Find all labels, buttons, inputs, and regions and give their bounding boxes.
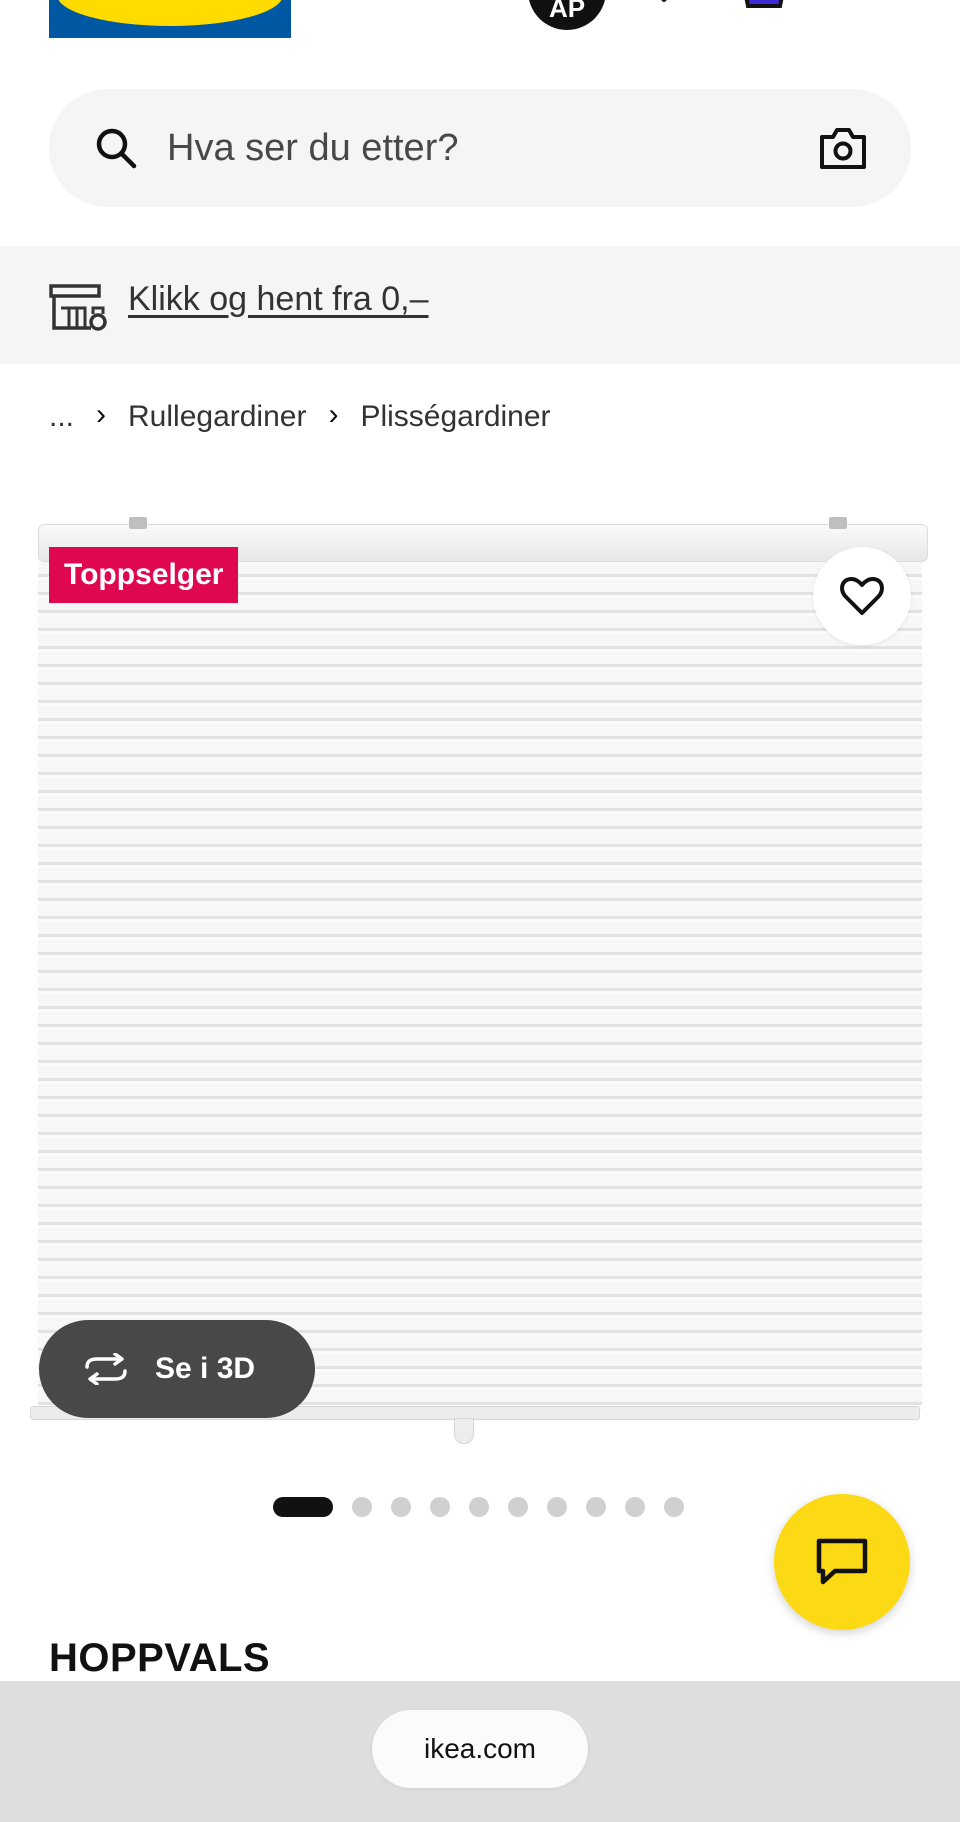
search-icon[interactable]	[95, 127, 137, 169]
product-name: HOPPVALS	[49, 1636, 271, 1680]
blind-bracket	[129, 517, 147, 529]
image-carousel-indicator	[273, 1496, 703, 1518]
search-input[interactable]	[167, 115, 767, 181]
logo-oval	[57, 0, 283, 26]
add-to-favourites-button[interactable]	[813, 547, 911, 645]
heart-icon	[840, 577, 884, 615]
view-in-3d-button[interactable]: Se i 3D	[39, 1320, 315, 1418]
chat-button[interactable]	[774, 1494, 910, 1630]
carousel-dot[interactable]	[391, 1497, 411, 1517]
bestseller-badge: Toppselger	[49, 547, 239, 603]
carousel-dot[interactable]	[352, 1497, 372, 1517]
menu-icon[interactable]	[841, 0, 881, 8]
click-collect-link[interactable]: Klikk og hent fra 0,–	[128, 280, 429, 319]
carousel-dot[interactable]	[547, 1497, 567, 1517]
chevron-right-icon: ›	[96, 398, 107, 431]
blind-fabric	[38, 562, 922, 1410]
breadcrumb-item-plissegardiner[interactable]: Plisségardiner	[360, 400, 550, 434]
browser-url-pill[interactable]: ikea.com	[372, 1710, 588, 1788]
carousel-dot[interactable]	[430, 1497, 450, 1517]
account-avatar[interactable]: AP	[528, 0, 606, 30]
ikea-logo[interactable]	[49, 0, 291, 38]
avatar-initials: AP	[548, 0, 586, 23]
camera-icon[interactable]	[819, 125, 867, 171]
carousel-dot[interactable]	[664, 1497, 684, 1517]
view-in-3d-label: Se i 3D	[155, 1352, 256, 1385]
shopping-bag-icon[interactable]	[742, 0, 786, 12]
breadcrumb: ... › Rullegardiner › Plisségardiner	[49, 397, 551, 437]
breadcrumb-ellipsis[interactable]: ...	[49, 400, 74, 434]
rotate-3d-icon	[85, 1353, 127, 1385]
carousel-dot[interactable]	[625, 1497, 645, 1517]
heart-icon[interactable]	[646, 0, 682, 14]
carousel-dot-active[interactable]	[273, 1497, 333, 1517]
blind-handle	[454, 1418, 474, 1444]
blind-bracket	[829, 517, 847, 529]
site-header: AP	[0, 0, 960, 60]
search-bar[interactable]	[49, 89, 911, 207]
breadcrumb-item-rullegardiner[interactable]: Rullegardiner	[128, 400, 306, 434]
product-image[interactable]	[30, 510, 934, 1450]
browser-url: ikea.com	[423, 1733, 537, 1764]
click-collect-banner: Klikk og hent fra 0,–	[0, 246, 960, 364]
store-icon	[49, 284, 107, 331]
carousel-dot[interactable]	[586, 1497, 606, 1517]
carousel-dot[interactable]	[508, 1497, 528, 1517]
carousel-dot[interactable]	[469, 1497, 489, 1517]
chat-bubble-icon	[816, 1538, 868, 1585]
chevron-right-icon: ›	[328, 398, 339, 431]
